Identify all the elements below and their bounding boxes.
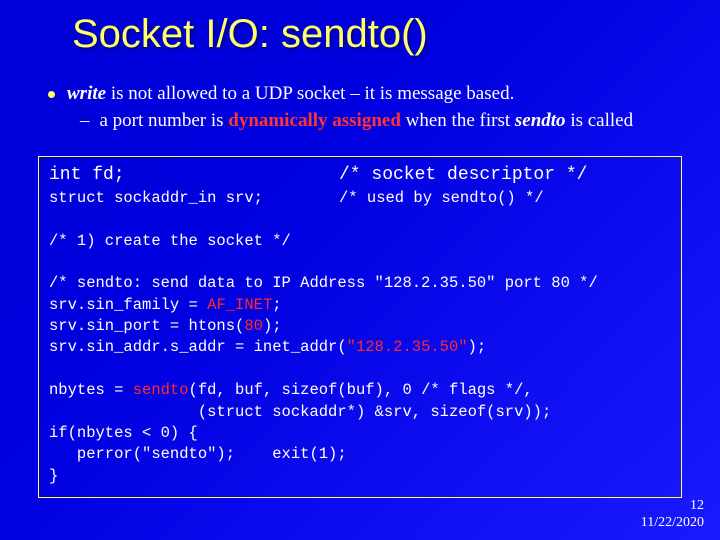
bullet-level1: write is not allowed to a UDP socket – i…: [48, 82, 680, 107]
footer: 12 11/22/2020: [641, 498, 704, 532]
bullet-list: write is not allowed to a UDP socket – i…: [48, 82, 680, 133]
sub-bullet-text: a port number is dynamically assigned wh…: [100, 109, 681, 134]
bullet-text: write is not allowed to a UDP socket – i…: [67, 82, 680, 107]
sendto-call: sendto: [133, 381, 189, 399]
bullet-dot-icon: [48, 91, 55, 98]
slide-title: Socket I/O: sendto(): [72, 12, 428, 57]
code-line: /* sendto: send data to IP Address "128.…: [49, 273, 671, 294]
code-line: srv.sin_port = htons(80);: [49, 316, 671, 337]
code-box: int fd;/* socket descriptor */struct soc…: [38, 156, 682, 498]
code-line: struct sockaddr_in srv;/* used by sendto…: [49, 188, 671, 209]
code-line: if(nbytes < 0) {: [49, 423, 671, 444]
slide-number: 12: [641, 498, 704, 515]
write-keyword: write: [67, 83, 106, 104]
code-line: [49, 252, 671, 273]
af-inet: AF_INET: [207, 296, 272, 314]
code-line: [49, 209, 671, 230]
dash-icon: –: [80, 109, 90, 134]
code-line: [49, 359, 671, 380]
ip-literal: "128.2.35.50": [347, 338, 468, 356]
slide: Socket I/O: sendto() write is not allowe…: [0, 0, 720, 540]
port-80: 80: [244, 317, 263, 335]
dynamic-assigned: dynamically assigned: [228, 110, 401, 131]
bullet-level2: – a port number is dynamically assigned …: [80, 109, 680, 134]
code-line: (struct sockaddr*) &srv, sizeof(srv));: [49, 402, 671, 423]
code-line: }: [49, 466, 671, 487]
code-line: nbytes = sendto(fd, buf, sizeof(buf), 0 …: [49, 380, 671, 401]
code-line: /* 1) create the socket */: [49, 231, 671, 252]
code-line: int fd;/* socket descriptor */: [49, 163, 671, 188]
code-line: perror("sendto"); exit(1);: [49, 444, 671, 465]
code-line: srv.sin_addr.s_addr = inet_addr("128.2.3…: [49, 337, 671, 358]
sendto-keyword: sendto: [515, 110, 566, 131]
code-line: srv.sin_family = AF_INET;: [49, 295, 671, 316]
slide-date: 11/22/2020: [641, 515, 704, 532]
